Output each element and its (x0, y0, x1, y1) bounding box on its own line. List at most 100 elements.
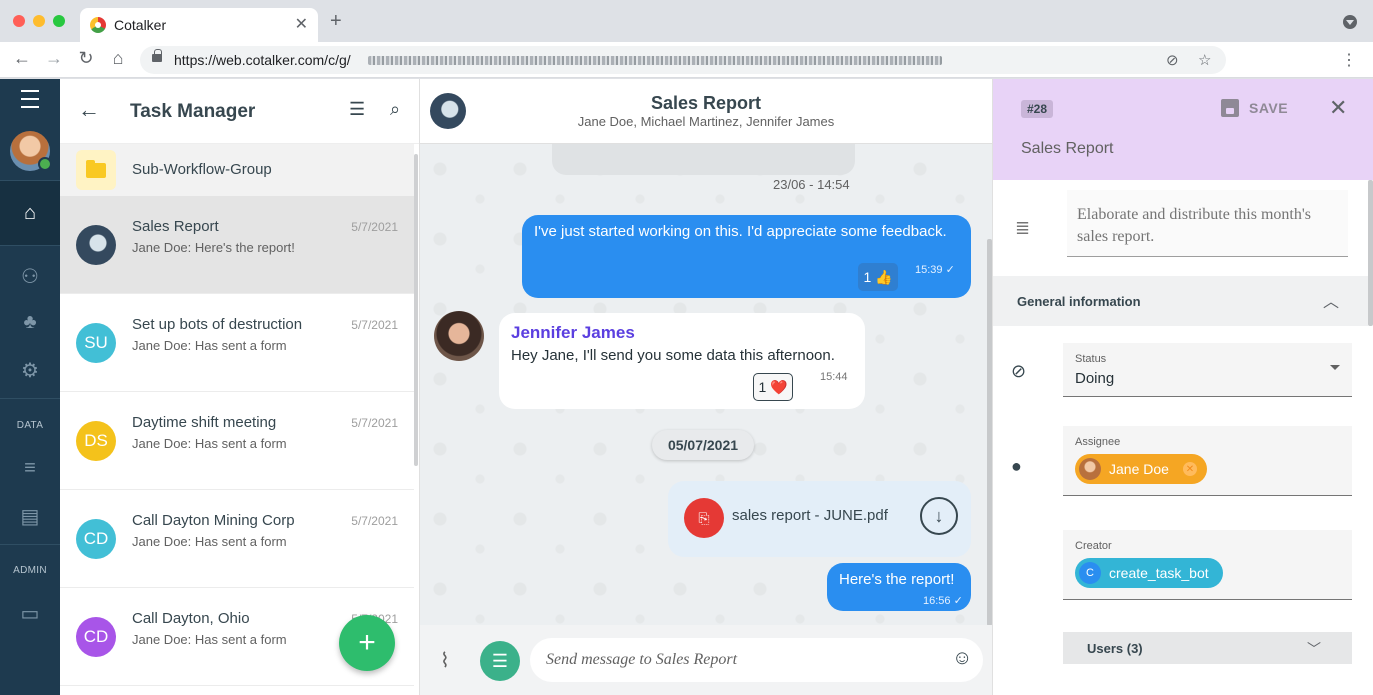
club-nav-icon[interactable]: ♣ (0, 302, 60, 342)
home-icon[interactable]: ⌂ (107, 48, 129, 69)
new-tab-button[interactable]: + (330, 10, 342, 33)
save-label: SAVE (1249, 100, 1289, 116)
rail-divider (0, 544, 60, 545)
heart-reaction[interactable]: 1 ❤️ (753, 373, 793, 401)
tab-title: Cotalker (114, 17, 167, 33)
save-icon (1221, 99, 1239, 117)
conversation-preview: Jane Doe: Has sent a form (132, 632, 287, 647)
conversation-preview: Jane Doe: Has sent a form (132, 436, 287, 451)
description-field[interactable]: Elaborate and distribute this month's sa… (1067, 190, 1348, 257)
task-detail-panel: #28 SAVE ✕ Sales Report ≣ Elaborate and … (992, 79, 1373, 695)
list-scrollbar[interactable] (414, 154, 418, 466)
general-information-header[interactable]: General information ︿ (993, 276, 1368, 326)
database-nav-icon[interactable]: ≡ (0, 448, 60, 488)
conversation-date: 5/7/2021 (351, 220, 398, 234)
conversation-item[interactable]: DS Daytime shift meeting Jane Doe: Has s… (60, 392, 414, 490)
message-text: Hey Jane, I'll send you some data this a… (511, 347, 835, 364)
browser-menu-icon[interactable]: ⋮ (1341, 50, 1357, 70)
message-composer: ⌇ ☰ ☺ (420, 625, 992, 695)
eye-off-icon[interactable]: ⊘ (1166, 51, 1179, 69)
download-icon[interactable]: ↓ (920, 497, 958, 535)
conversation-date: 5/7/2021 (351, 416, 398, 430)
rail-divider (0, 398, 60, 399)
menu-icon[interactable] (0, 79, 60, 119)
conversation-item[interactable]: Sales Report Jane Doe: Here's the report… (60, 196, 414, 294)
conversation-item[interactable]: SU Set up bots of destruction Jane Doe: … (60, 294, 414, 392)
creator-chip[interactable]: C create_task_bot (1075, 558, 1223, 588)
forward-icon[interactable]: → (43, 48, 65, 69)
filter-list-icon[interactable]: ☰ (349, 99, 365, 120)
tab-search-icon[interactable] (1343, 15, 1357, 29)
chevron-down-icon: ﹀ (1307, 641, 1321, 657)
task-id-badge: #28 (1021, 100, 1054, 118)
blurred-url-path (368, 56, 942, 65)
back-icon[interactable]: ← (11, 48, 33, 69)
data-section-label: DATA (16, 420, 44, 431)
minimize-window-button[interactable] (33, 15, 45, 27)
jennifer-avatar[interactable] (434, 311, 484, 361)
new-task-button[interactable]: + (339, 615, 395, 671)
close-window-button[interactable] (13, 15, 25, 27)
creator-avatar: C (1079, 562, 1101, 584)
outgoing-message[interactable]: I've just started working on this. I'd a… (522, 215, 971, 298)
save-button[interactable]: SAVE (1221, 99, 1288, 117)
settings-nav-icon[interactable]: ⚙ (0, 350, 60, 390)
message-text: I've just started working on this. I'd a… (534, 223, 947, 240)
message-input[interactable] (530, 638, 983, 682)
conversation-title: Sales Report (132, 218, 219, 235)
lock-icon (152, 49, 162, 62)
emoji-icon[interactable]: ☺ (952, 647, 972, 670)
status-icon: ⊘ (1011, 361, 1027, 381)
conversation-title: Call Dayton, Ohio (132, 610, 250, 627)
status-value: Doing (1075, 370, 1115, 387)
users-expander[interactable]: Users (3) ﹀ (1063, 632, 1352, 664)
task-header: #28 SAVE ✕ Sales Report (993, 79, 1373, 180)
remove-assignee-icon[interactable]: ✕ (1182, 462, 1197, 476)
chat-title: Sales Report (650, 93, 762, 113)
back-arrow-icon[interactable]: ← (78, 97, 100, 123)
home-nav-icon[interactable]: ⌂ (0, 181, 60, 245)
chevron-up-icon: ︿ (1323, 294, 1340, 311)
browser-tab-strip: Cotalker ✕ + (0, 0, 1373, 42)
close-tab-icon[interactable]: ✕ (295, 14, 308, 34)
thumbs-up-reaction[interactable]: 1 👍 (858, 263, 898, 291)
assignee-name: Jane Doe (1109, 461, 1169, 477)
reload-icon[interactable]: ↻ (75, 48, 97, 69)
workflow-group-item[interactable]: Sub-Workflow-Group (60, 144, 414, 196)
forms-nav-icon[interactable]: ▤ (0, 496, 60, 536)
admin-nav-icon[interactable]: ▭ (0, 593, 60, 633)
status-label: Status (1075, 353, 1107, 365)
notes-icon: ≣ (1015, 218, 1031, 238)
previous-message (552, 144, 855, 175)
maximize-window-button[interactable] (53, 15, 65, 27)
attach-icon[interactable]: ⌇ (440, 648, 450, 673)
contacts-nav-icon[interactable]: ⚇ (0, 256, 60, 296)
assignee-chip[interactable]: Jane Doe ✕ (1075, 454, 1207, 484)
sender-name: Jennifer James (511, 323, 635, 342)
chat-panel: Sales Report Jane Doe, Michael Martinez,… (420, 79, 992, 695)
conversation-item[interactable]: CD Call Dayton Mining Corp Jane Doe: Has… (60, 490, 414, 588)
outgoing-message[interactable]: Here's the report! 16:56 ✓ (827, 563, 971, 611)
file-attachment[interactable]: ⎘ sales report - JUNE.pdf ↓ (668, 481, 971, 557)
conversation-title: Daytime shift meeting (132, 414, 277, 431)
creator-field: Creator C create_task_bot (1063, 530, 1352, 600)
incoming-message[interactable]: Jennifer James Hey Jane, I'll send you s… (499, 313, 865, 409)
task-scrollbar[interactable] (1368, 180, 1373, 326)
message-timestamp: 23/06 - 14:54 (773, 177, 850, 192)
send-form-button[interactable]: ☰ (480, 641, 520, 681)
address-bar[interactable]: https://web.cotalker.com/c/g/ ⊘ ☆ (140, 46, 1226, 74)
admin-section-label: ADMIN (13, 565, 47, 576)
message-time: 15:39 ✓ (915, 264, 955, 276)
conversation-avatar: SU (76, 323, 116, 363)
search-icon[interactable]: ⌕ (390, 99, 400, 120)
conversation-preview: Jane Doe: Here's the report! (132, 240, 295, 255)
list-title: Task Manager (130, 101, 256, 122)
close-icon[interactable]: ✕ (1329, 95, 1347, 121)
bookmark-star-icon[interactable]: ☆ (1198, 51, 1211, 69)
assignee-field[interactable]: Assignee Jane Doe ✕ (1063, 426, 1352, 496)
assignee-label: Assignee (1075, 436, 1121, 448)
status-select[interactable]: Status Doing (1063, 343, 1352, 397)
browser-tab[interactable]: Cotalker ✕ (80, 8, 318, 42)
conversation-preview: Jane Doe: Has sent a form (132, 338, 287, 353)
conversation-date: 5/7/2021 (351, 318, 398, 332)
